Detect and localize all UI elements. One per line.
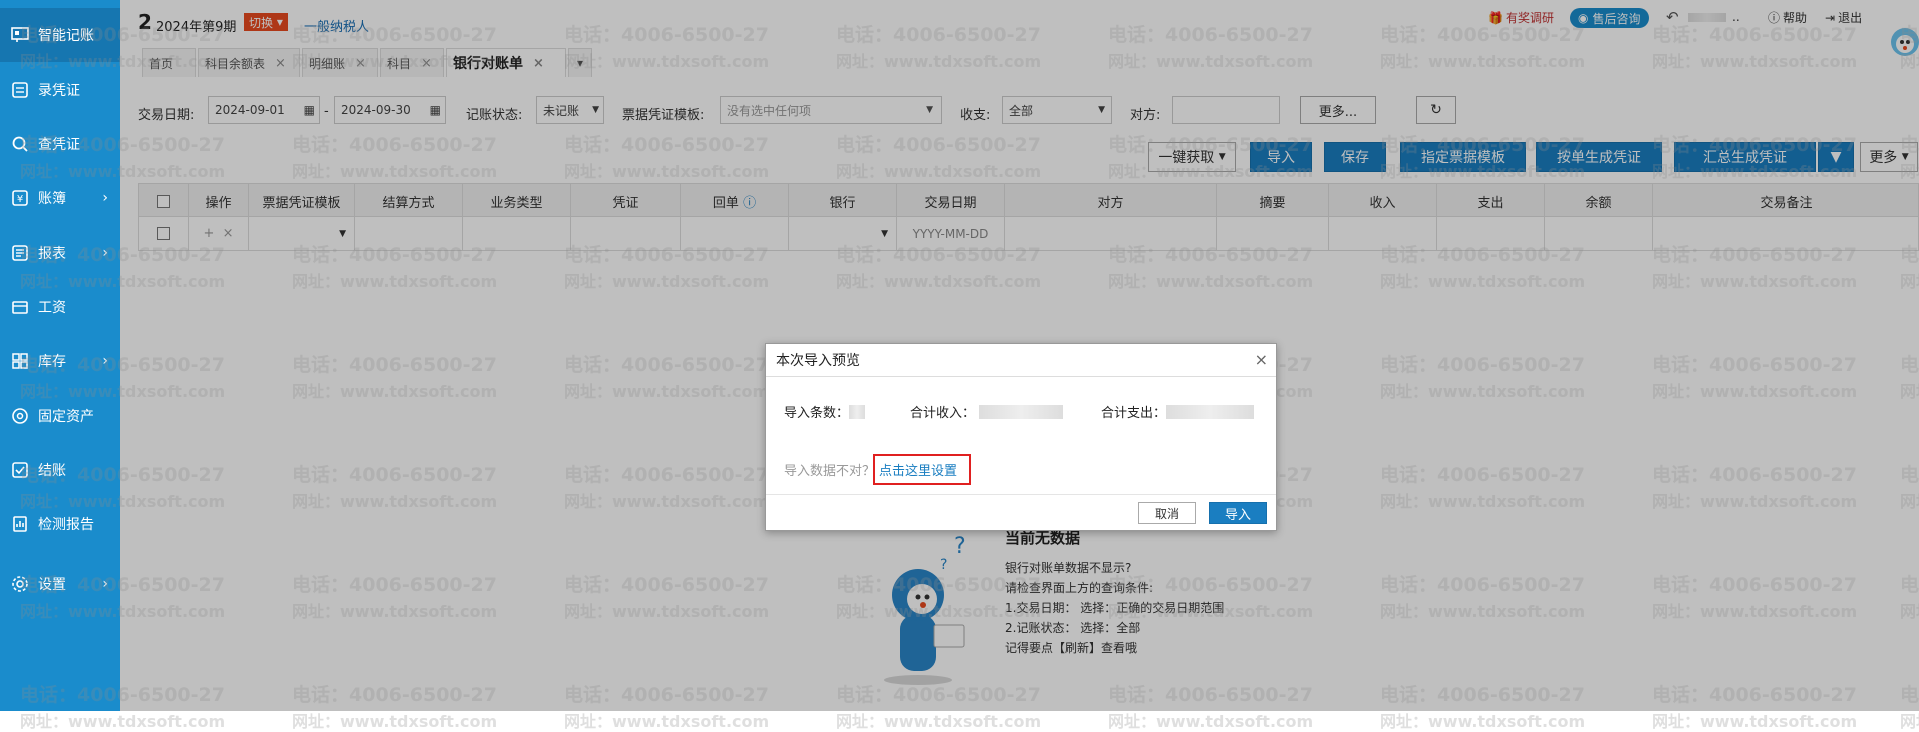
total-expense-label: 合计支出： xyxy=(1101,406,1167,421)
sidebar-item-label: 报表 xyxy=(38,246,66,262)
cancel-button[interactable]: 取消 xyxy=(1138,502,1196,524)
sidebar-item-inventory[interactable]: 库存 › xyxy=(0,334,120,388)
watermark-site: 网址：www.tdxsoft.com xyxy=(1108,712,1314,731)
sidebar-item-voucher-entry[interactable]: 录凭证 xyxy=(0,63,120,117)
sidebar-item-label: 录凭证 xyxy=(38,83,80,99)
import-preview-dialog: 本次导入预览 × 导入条数： 合计收入： 合计支出： 导入数据不对？ 点击这里设… xyxy=(765,343,1277,531)
sidebar-item-salary[interactable]: 工资 xyxy=(0,280,120,334)
gear-icon xyxy=(10,574,30,594)
sidebar-item-report[interactable]: 报表 › xyxy=(0,226,120,280)
watermark-site: 网址：www.tdxsoft.com xyxy=(20,712,226,731)
total-income-value-redacted xyxy=(979,404,1064,419)
total-income: 合计收入： xyxy=(910,402,1064,421)
chevron-right-icon: › xyxy=(102,576,108,592)
sidebar-item-fixed-asset[interactable]: 固定资产 xyxy=(0,389,120,443)
ledger-icon: ¥ xyxy=(10,188,30,208)
checkout-icon xyxy=(10,460,30,480)
dialog-divider xyxy=(766,494,1276,495)
total-income-label: 合计收入： xyxy=(910,406,976,421)
sidebar-item-smart-ledger[interactable]: 智能记账 xyxy=(0,8,120,62)
chevron-right-icon: › xyxy=(102,190,108,206)
smart-ledger-icon xyxy=(10,25,30,45)
total-expense: 合计支出： xyxy=(1101,402,1255,421)
confirm-import-button[interactable]: 导入 xyxy=(1209,502,1267,524)
watermark-site: 网址：www.tdxsoft.com xyxy=(292,712,498,731)
sidebar-item-search-voucher[interactable]: 查凭证 xyxy=(0,117,120,171)
settings-link[interactable]: 点击这里设置 xyxy=(873,454,972,485)
import-count: 导入条数： xyxy=(784,402,866,421)
sidebar-item-label: 查凭证 xyxy=(38,137,80,153)
sidebar-item-label: 设置 xyxy=(38,577,66,593)
sidebar-item-label: 智能记账 xyxy=(38,28,94,44)
salary-icon xyxy=(10,297,30,317)
voucher-entry-icon xyxy=(10,80,30,100)
watermark-site: 网址：www.tdxsoft.com xyxy=(564,712,770,731)
dialog-title: 本次导入预览 xyxy=(776,353,860,369)
watermark-site: 网址：www.tdxsoft.com xyxy=(1380,712,1586,731)
chevron-right-icon: › xyxy=(102,245,108,261)
watermark-site: 网址：www.tdxsoft.com xyxy=(1900,712,1919,731)
sidebar-item-ledger[interactable]: ¥ 账簿 › xyxy=(0,171,120,225)
import-hint: 导入数据不对？ 点击这里设置 xyxy=(784,454,972,485)
inventory-icon xyxy=(10,351,30,371)
search-icon xyxy=(10,134,30,154)
import-count-value-redacted xyxy=(849,404,866,419)
inspection-report-icon xyxy=(10,514,30,534)
watermark-site: 网址：www.tdxsoft.com xyxy=(1652,712,1858,731)
sidebar: 智能记账 录凭证 查凭证 ¥ 账簿 › 报表 › 工资 库存 › 固定资产 结账… xyxy=(0,0,120,711)
import-hint-text: 导入数据不对？ xyxy=(784,464,876,479)
confirm-import-label: 导入 xyxy=(1224,507,1251,523)
sidebar-item-label: 检测报告 xyxy=(38,517,94,533)
sidebar-item-label: 工资 xyxy=(38,300,66,316)
chevron-right-icon: › xyxy=(102,353,108,369)
sidebar-item-label: 固定资产 xyxy=(38,409,94,425)
total-expense-value-redacted xyxy=(1166,404,1255,419)
svg-text:¥: ¥ xyxy=(17,194,23,205)
sidebar-item-label: 账簿 xyxy=(38,191,66,207)
dialog-header: 本次导入预览 × xyxy=(766,344,1276,377)
cancel-label: 取消 xyxy=(1154,506,1179,521)
sidebar-item-inspection-report[interactable]: 检测报告 xyxy=(0,497,120,551)
sidebar-item-label: 库存 xyxy=(38,354,66,370)
import-count-label: 导入条数： xyxy=(784,406,850,421)
sidebar-item-label: 结账 xyxy=(38,463,66,479)
sidebar-item-checkout[interactable]: 结账 xyxy=(0,443,120,497)
report-icon xyxy=(10,243,30,263)
close-icon[interactable]: × xyxy=(1255,350,1268,369)
watermark-site: 网址：www.tdxsoft.com xyxy=(836,712,1042,731)
fixed-asset-icon xyxy=(10,406,30,426)
sidebar-item-settings[interactable]: 设置 › xyxy=(0,557,120,611)
